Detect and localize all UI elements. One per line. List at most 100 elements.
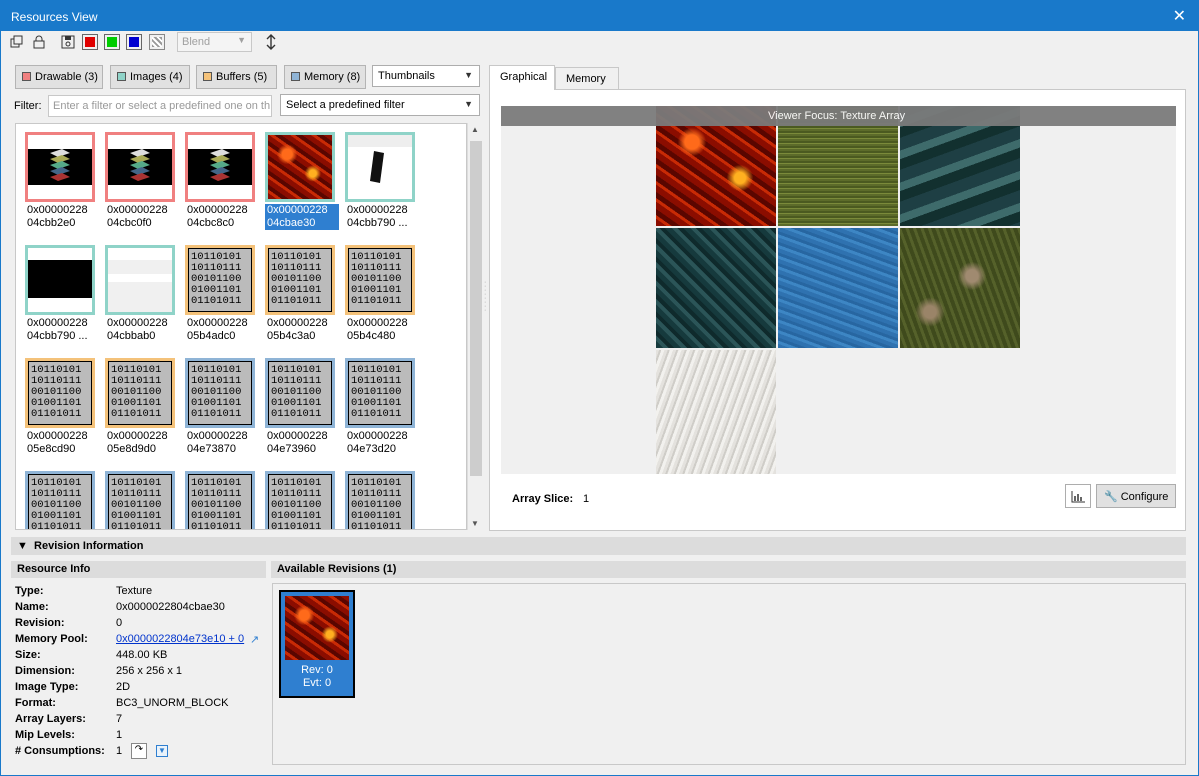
resource-thumbnail[interactable]: 10110101 10110111 00101100 01001101 0110… (265, 358, 343, 462)
buffers-filter-button[interactable]: Buffers (5) (196, 65, 277, 89)
resource-thumbnail[interactable]: 10110101 10110111 00101100 01001101 0110… (185, 471, 263, 529)
scroll-up-icon[interactable]: ▲ (471, 125, 479, 134)
property-value: 1 (116, 745, 123, 757)
resource-thumbnail[interactable]: 10110101 10110111 00101100 01001101 0110… (345, 245, 423, 349)
resource-thumbnail[interactable]: 10110101 10110111 00101100 01001101 0110… (105, 471, 183, 529)
resource-thumbnail[interactable]: 10110101 10110111 00101100 01001101 0110… (105, 358, 183, 462)
revision-information-header[interactable]: ▼ Revision Information (11, 537, 1186, 555)
thumbnail-address-low: 05b4adc0 (187, 330, 236, 342)
alpha-channel-toggle[interactable] (149, 34, 165, 50)
resource-thumbnail[interactable]: 0x00000228 04cbb2e0 (25, 132, 103, 236)
thumbnail-address-high: 0x00000228 (107, 317, 168, 329)
expand-consumptions-icon[interactable]: ▼ (156, 745, 168, 757)
tab-graphical[interactable]: Graphical (489, 65, 555, 90)
available-revisions-header: Available Revisions (1) (271, 561, 1186, 578)
binary-data-icon: 10110101 10110111 00101100 01001101 0110… (348, 248, 412, 312)
view-mode-value: Thumbnails (378, 70, 435, 82)
memory-pool-link[interactable]: 0x0000022804e73e10 + 0 (116, 633, 244, 645)
resource-thumbnail[interactable]: 10110101 10110111 00101100 01001101 0110… (185, 358, 263, 462)
vertical-flip-icon[interactable] (265, 34, 277, 50)
histogram-button[interactable] (1065, 484, 1091, 508)
thumbnail-address-high: 0x00000228 (187, 430, 248, 442)
resources-view-window: Resources View ✕ Blend ▼ Drawable (3) Ima… (0, 0, 1199, 776)
resource-thumbnail[interactable]: 10110101 10110111 00101100 01001101 0110… (25, 471, 103, 529)
property-value: 1 (116, 729, 123, 741)
thumbnail-image (345, 132, 415, 202)
resource-thumbnail[interactable]: 10110101 10110111 00101100 01001101 0110… (265, 245, 343, 349)
thumbnail-address-high: 0x00000228 (347, 317, 408, 329)
revision-thumbnail[interactable]: Rev: 0 Evt: 0 (279, 590, 355, 698)
resource-thumbnail[interactable]: 10110101 10110111 00101100 01001101 0110… (185, 245, 263, 349)
thumbnail-address-low: 05b4c3a0 (267, 330, 316, 342)
binary-data-icon: 10110101 10110111 00101100 01001101 0110… (108, 361, 172, 425)
filter-input[interactable]: Enter a filter or select a predefined on… (48, 95, 272, 117)
texture-slice-water (778, 228, 898, 348)
resource-thumbnail[interactable]: 10110101 10110111 00101100 01001101 0110… (265, 471, 343, 529)
thumbnail-image: 10110101 10110111 00101100 01001101 0110… (185, 358, 255, 428)
copy-icon[interactable] (10, 35, 24, 49)
resource-thumbnail[interactable]: 0x00000228 04cbc0f0 (105, 132, 183, 236)
blend-dropdown[interactable]: Blend ▼ (177, 32, 252, 52)
property-value: 448.00 KB (116, 649, 168, 661)
histogram-icon (1071, 491, 1085, 503)
thumbnail-address-low: 04cbb790 ... (347, 217, 408, 229)
viewer-panel: Graphical Memory Viewer Focus: Texture A… (489, 65, 1186, 531)
thumbnail-label: 0x00000228 05b4c3a0 (267, 317, 343, 343)
thumbnail-label: 0x00000228 04cbae30 (265, 204, 339, 230)
thumbnail-label: 0x00000228 04cbbab0 (107, 317, 183, 343)
chevron-down-icon: ▼ (464, 70, 473, 80)
binary-data-icon: 10110101 10110111 00101100 01001101 0110… (108, 474, 172, 529)
texture-viewer[interactable]: Viewer Focus: Texture Array (501, 106, 1176, 474)
tab-memory[interactable]: Memory (555, 67, 619, 89)
thumbnail-address-low: 05e8d9d0 (107, 443, 156, 455)
save-icon[interactable] (61, 35, 75, 49)
thumbnail-image: 10110101 10110111 00101100 01001101 0110… (25, 358, 95, 428)
predefined-filter-dropdown[interactable]: Select a predefined filter ▼ (280, 94, 480, 116)
resource-thumbnail[interactable]: 0x00000228 04cbae30 (265, 132, 343, 236)
resource-thumbnail[interactable]: 0x00000228 04cbbab0 (105, 245, 183, 349)
property-key: Size: (15, 649, 41, 661)
blend-label: Blend (182, 36, 211, 48)
drawable-filter-button[interactable]: Drawable (3) (15, 65, 103, 89)
property-value: 2D (116, 681, 131, 693)
lock-icon[interactable] (32, 35, 46, 49)
viewer-focus-bar: Viewer Focus: Texture Array (501, 106, 1176, 126)
green-channel-toggle[interactable] (104, 34, 120, 50)
resource-thumbnail[interactable]: 10110101 10110111 00101100 01001101 0110… (25, 358, 103, 462)
external-link-icon[interactable]: ↗ (250, 633, 259, 646)
goto-consumption-icon[interactable]: ↷ (131, 743, 147, 759)
memory-filter-button[interactable]: Memory (8) (284, 65, 366, 89)
resource-thumbnail[interactable]: 10110101 10110111 00101100 01001101 0110… (345, 471, 423, 529)
binary-data-icon: 10110101 10110111 00101100 01001101 0110… (268, 361, 332, 425)
property-value: 256 x 256 x 1 (116, 665, 183, 677)
red-channel-toggle[interactable] (82, 34, 98, 50)
collapse-icon: ▼ (17, 540, 28, 552)
thumbnail-address-high: 0x00000228 (107, 430, 168, 442)
thumbnail-address-high: 0x00000228 (187, 317, 248, 329)
resource-thumbnail[interactable]: 10110101 10110111 00101100 01001101 0110… (345, 358, 423, 462)
resource-thumbnail[interactable]: 0x00000228 04cbc8c0 (185, 132, 263, 236)
images-filter-button[interactable]: Images (4) (110, 65, 190, 89)
property-value: BC3_UNORM_BLOCK (116, 697, 229, 709)
resource-thumbnail[interactable]: 0x00000228 04cbb790 ... (25, 245, 103, 349)
blue-channel-toggle[interactable] (126, 34, 142, 50)
resource-thumbnail[interactable]: 0x00000228 04cbb790 ... (345, 132, 423, 236)
vertical-scrollbar[interactable]: ▲ ▼ (467, 123, 483, 530)
view-mode-dropdown[interactable]: Thumbnails ▼ (372, 65, 480, 87)
scroll-down-icon[interactable]: ▼ (471, 519, 479, 528)
thumbnail-address-high: 0x00000228 (187, 204, 248, 216)
thumbnail-image: 10110101 10110111 00101100 01001101 0110… (185, 471, 255, 529)
thumbnail-image: 10110101 10110111 00101100 01001101 0110… (185, 245, 255, 315)
configure-button[interactable]: 🔧 Configure (1096, 484, 1176, 508)
binary-data-icon: 10110101 10110111 00101100 01001101 0110… (188, 361, 252, 425)
configure-label: Configure (1120, 491, 1169, 503)
thumbnail-image: 10110101 10110111 00101100 01001101 0110… (265, 471, 335, 529)
scrollbar-thumb[interactable] (470, 141, 482, 476)
title-bar: Resources View ✕ (1, 1, 1198, 31)
close-icon[interactable]: ✕ (1173, 6, 1186, 26)
binary-data-icon: 10110101 10110111 00101100 01001101 0110… (268, 248, 332, 312)
array-slice-value[interactable]: 1 (583, 493, 589, 505)
property-key: Format: (15, 697, 56, 709)
thumbnail-image (105, 245, 175, 315)
splitter-handle[interactable]: · · · · · · · · (484, 279, 487, 317)
